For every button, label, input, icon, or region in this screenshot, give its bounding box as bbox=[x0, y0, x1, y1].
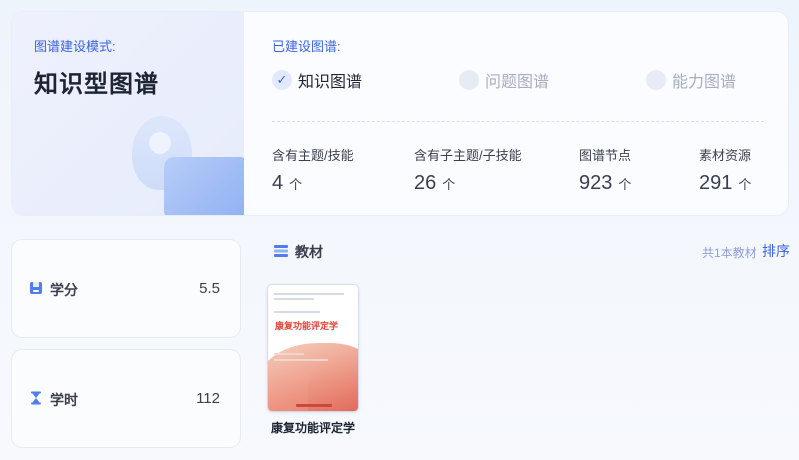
stat-resources: 素材资源 291 个 bbox=[699, 145, 751, 195]
graph-option-problem[interactable]: 问题图谱 bbox=[459, 68, 549, 92]
textbook-count: 共1本教材 bbox=[702, 246, 757, 260]
stat-label: 图谱节点 bbox=[579, 148, 632, 163]
stat-unit: 个 bbox=[289, 177, 303, 192]
cover-text-line bbox=[274, 359, 328, 361]
graph-overview-card: 图谱建设模式: 知识型图谱 已建设图谱: ✓ 知识图谱 问题图谱 能力图谱 含有… bbox=[12, 12, 788, 215]
mode-panel: 图谱建设模式: 知识型图谱 bbox=[12, 12, 244, 215]
graph-option-label: 能力图谱 bbox=[672, 74, 737, 91]
credits-card: 学分 5.5 bbox=[12, 240, 240, 337]
decor-box bbox=[164, 157, 244, 215]
stat-subtopics: 含有子主题/子技能 26 个 bbox=[414, 145, 522, 195]
stat-unit: 个 bbox=[442, 177, 456, 192]
stat-nodes: 图谱节点 923 个 bbox=[579, 145, 631, 195]
stat-value: 4 bbox=[272, 172, 284, 194]
unchecked-circle-icon bbox=[646, 70, 666, 90]
hourglass-icon bbox=[29, 391, 43, 405]
mode-label: 图谱建设模式: bbox=[34, 39, 116, 54]
graph-option-label: 知识图谱 bbox=[298, 74, 363, 91]
stat-unit: 个 bbox=[738, 177, 752, 192]
stat-label: 含有子主题/子技能 bbox=[414, 148, 522, 163]
stat-value: 923 bbox=[579, 172, 613, 194]
cover-text-line bbox=[274, 353, 304, 355]
cover-text-line bbox=[274, 293, 344, 295]
built-graphs-label: 已建设图谱: bbox=[272, 39, 341, 54]
sort-button[interactable]: 排序 bbox=[762, 241, 790, 261]
divider bbox=[272, 121, 764, 122]
cover-text-line bbox=[274, 298, 314, 300]
cover-text-line bbox=[274, 311, 320, 313]
mode-value: 知识型图谱 bbox=[34, 71, 159, 98]
stat-label: 素材资源 bbox=[699, 148, 752, 163]
stat-value: 291 bbox=[699, 172, 733, 194]
check-icon: ✓ bbox=[272, 70, 292, 90]
hours-label: 学时 bbox=[50, 392, 78, 408]
unchecked-circle-icon bbox=[459, 70, 479, 90]
graph-option-knowledge[interactable]: ✓ 知识图谱 bbox=[272, 68, 362, 92]
hours-value: 112 bbox=[196, 390, 220, 407]
credit-icon bbox=[29, 281, 43, 295]
books-icon bbox=[273, 243, 289, 259]
book-name[interactable]: 康复功能评定学 bbox=[268, 421, 358, 436]
stat-label: 含有主题/技能 bbox=[272, 148, 354, 163]
textbook-section-title: 教材 bbox=[295, 244, 323, 260]
credits-label: 学分 bbox=[50, 282, 78, 298]
book-cover-title: 康复功能评定学 bbox=[275, 321, 339, 331]
stat-unit: 个 bbox=[618, 177, 632, 192]
credits-value: 5.5 bbox=[199, 280, 220, 297]
pin-dot bbox=[149, 132, 171, 154]
hours-card: 学时 112 bbox=[12, 350, 240, 447]
publisher-mark bbox=[296, 404, 332, 407]
stat-topics: 含有主题/技能 4个 bbox=[272, 145, 354, 195]
stat-value: 26 bbox=[414, 172, 437, 194]
graph-option-label: 问题图谱 bbox=[485, 74, 550, 91]
graph-option-ability[interactable]: 能力图谱 bbox=[646, 68, 736, 92]
book-cover[interactable]: 康复功能评定学 bbox=[268, 285, 358, 411]
